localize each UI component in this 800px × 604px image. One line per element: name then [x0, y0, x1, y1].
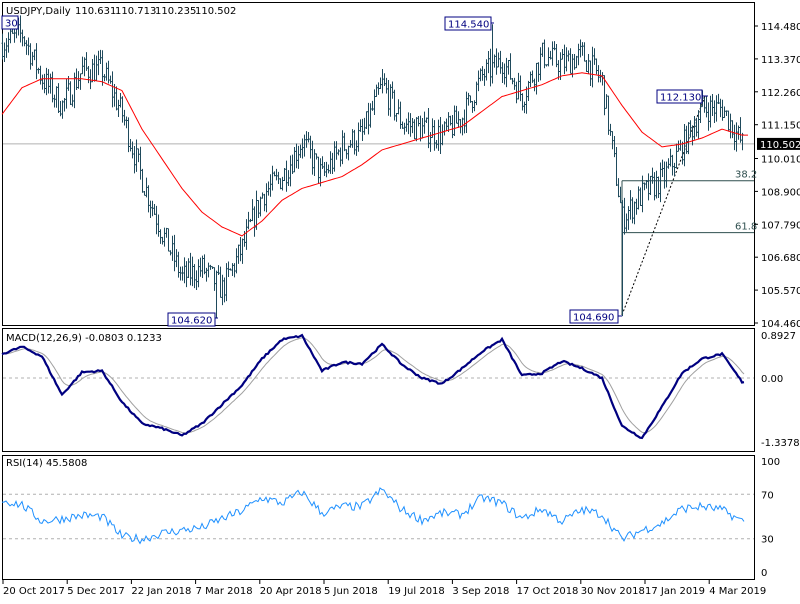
macd-tick-label: 0.8927 — [761, 331, 796, 342]
date-tick-label: 20 Oct 2017 — [3, 586, 65, 597]
rsi-tick-label: 0 — [761, 568, 767, 579]
price-tick-label: 104.460 — [761, 319, 800, 330]
date-tick-label: 4 Mar 2019 — [709, 586, 766, 597]
date-tick-label: 17 Jan 2019 — [645, 586, 705, 597]
date-tick-label: 5 Jun 2018 — [324, 586, 378, 597]
date-tick-label: 22 Jan 2018 — [131, 586, 191, 597]
low-label-104690: 104.690 — [573, 313, 614, 324]
price-tick-label: 107.790 — [761, 220, 800, 231]
date-tick-label: 20 Apr 2018 — [260, 586, 322, 597]
date-tick-label: 30 Nov 2018 — [581, 586, 645, 597]
price-tick-label: 110.010 — [761, 154, 800, 165]
price-tick-label: 106.680 — [761, 253, 800, 264]
chart-canvas: 30 114.540 104.620 104.690 112.130 38.2 61.8 1… — [1, 2, 800, 597]
ohlc-high: 110.713 — [115, 6, 156, 17]
date-tick-label: 7 Mar 2018 — [196, 586, 253, 597]
ohlc-open: 110.631 — [75, 6, 116, 17]
rsi-tick-label: 100 — [761, 457, 780, 468]
rsi-title: RSI(14) 45.5808 — [6, 458, 87, 469]
current-price-label: 110.502 — [760, 140, 800, 151]
fib-61-label: 61.8 — [735, 222, 757, 233]
price-tick-label: 114.480 — [761, 22, 800, 33]
label-30: 30 — [5, 19, 18, 30]
ohlc-close: 110.502 — [195, 6, 236, 17]
price-tick-label: 113.370 — [761, 55, 800, 66]
date-tick-label: 19 Jul 2018 — [388, 586, 445, 597]
low-label-104620: 104.620 — [171, 316, 212, 327]
ohlc-low: 110.235 — [155, 6, 196, 17]
macd-tick-label: -1.3378 — [761, 438, 800, 449]
price-tick-label: 108.900 — [761, 187, 800, 198]
date-tick-label: 5 Dec 2017 — [67, 586, 125, 597]
high-label-114540: 114.540 — [448, 20, 489, 31]
fib-38-label: 38.2 — [735, 170, 757, 181]
price-title: USDJPY,Daily — [6, 6, 71, 17]
macd-title: MACD(12,26,9) -0.0803 0.1233 — [6, 333, 162, 344]
rsi-tick-label: 70 — [761, 490, 774, 501]
price-tick-label: 105.570 — [761, 286, 800, 297]
rsi-panel — [2, 455, 755, 580]
price-tick-label: 112.260 — [761, 88, 800, 99]
rsi-tick-label: 30 — [761, 535, 774, 546]
date-tick-label: 3 Sep 2018 — [452, 586, 509, 597]
date-tick-label: 17 Oct 2018 — [517, 586, 579, 597]
macd-tick-label: 0.00 — [761, 374, 783, 385]
high-label-112130: 112.130 — [660, 93, 701, 104]
price-tick-label: 111.150 — [761, 121, 800, 132]
price-panel — [2, 2, 755, 326]
